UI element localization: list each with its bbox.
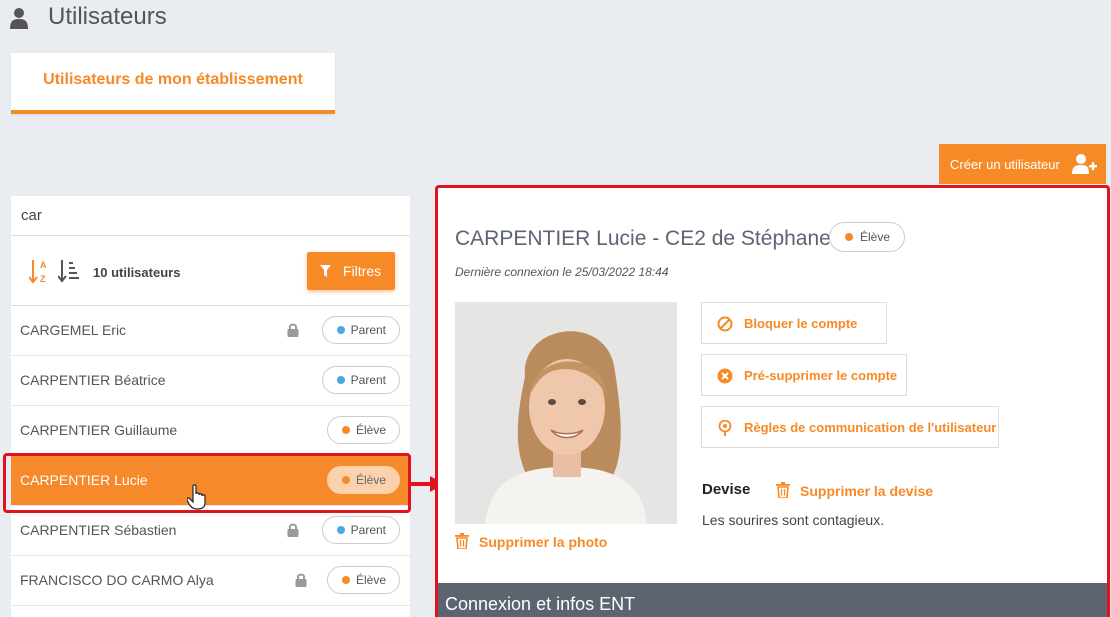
section-title: Connexion et infos ENT	[445, 594, 636, 614]
role-badge: Parent	[321, 316, 400, 344]
detail-role-badge: Élève	[829, 222, 906, 252]
detail-role-label: Élève	[860, 230, 891, 244]
role-label: Parent	[350, 373, 386, 387]
tab-label: Utilisateurs de mon établissement	[43, 71, 303, 88]
delete-devise-label: Supprimer la devise	[800, 483, 934, 499]
delete-devise-button[interactable]: Supprimer la devise	[776, 482, 933, 499]
block-icon	[717, 316, 733, 332]
role-badge: Parent	[321, 366, 400, 394]
hand-cursor-icon	[187, 484, 206, 510]
lock-icon	[295, 573, 307, 587]
trash-icon	[776, 482, 790, 498]
role-dot	[341, 426, 350, 434]
user-row[interactable]: CARPENTIER Béatrice Parent	[11, 356, 410, 406]
communication-icon	[718, 420, 732, 436]
search-value: car	[21, 207, 42, 224]
sort-amount-icon[interactable]	[58, 259, 80, 283]
page-title: Utilisateurs	[48, 3, 167, 30]
user-name: CARGEMEL Eric	[20, 322, 127, 338]
communication-rules-button[interactable]: Règles de communication de l'utilisateur	[701, 406, 999, 448]
block-account-button[interactable]: Bloquer le compte	[701, 302, 887, 344]
svg-text:A: A	[40, 260, 47, 270]
tab-users-establishment[interactable]: Utilisateurs de mon établissement	[11, 53, 335, 114]
user-detail-panel: CARPENTIER Lucie - CE2 de Stéphane Élève…	[435, 185, 1110, 617]
user-name: CARPENTIER Guillaume	[20, 422, 178, 438]
user-row[interactable]: CARPENTIER Sébastien Parent	[11, 506, 410, 556]
pre-delete-account-label: Pré-supprimer le compte	[744, 368, 898, 383]
devise-label: Devise	[702, 481, 751, 498]
communication-rules-label: Règles de communication de l'utilisateur	[744, 420, 997, 435]
role-dot	[336, 376, 345, 384]
user-name: CARPENTIER Sébastien	[20, 522, 177, 538]
last-login: Dernière connexion le 25/03/2022 18:44	[455, 265, 669, 279]
user-row[interactable]: FRANCISCO DO CARMO Alya Élève	[11, 556, 410, 606]
trash-icon	[455, 533, 469, 549]
user-name: FRANCISCO DO CARMO Alya	[20, 572, 214, 588]
lock-icon	[287, 523, 299, 537]
role-dot	[336, 526, 345, 534]
filter-icon	[320, 265, 331, 277]
selection-highlight	[3, 453, 411, 513]
user-count: 10 utilisateurs	[93, 265, 181, 280]
user-row[interactable]: CARGEMEL Eric Parent	[11, 306, 410, 356]
user-photo	[455, 302, 677, 524]
create-user-label: Créer un utilisateur	[950, 157, 1060, 172]
user-plus-icon	[1072, 154, 1097, 174]
user-icon	[10, 8, 28, 29]
sort-alpha-icon[interactable]: A Z	[29, 258, 49, 284]
role-dot	[845, 233, 853, 241]
section-header-connexion[interactable]: Connexion et infos ENT	[438, 583, 1107, 617]
delete-photo-label: Supprimer la photo	[479, 534, 608, 550]
role-label: Parent	[350, 523, 386, 537]
role-badge: Élève	[326, 416, 400, 444]
x-circle-icon	[717, 368, 733, 384]
list-toolbar: A Z 10 utilisateurs Filtres	[11, 236, 410, 306]
role-dot	[341, 576, 350, 584]
role-label: Élève	[355, 573, 386, 587]
block-account-label: Bloquer le compte	[744, 316, 858, 331]
role-dot	[336, 326, 345, 334]
user-row[interactable]: CARPENTIER Guillaume Élève	[11, 406, 410, 456]
role-label: Parent	[350, 323, 386, 337]
filters-button[interactable]: Filtres	[307, 252, 395, 290]
detail-user-name: CARPENTIER Lucie - CE2 de Stéphane	[455, 227, 831, 250]
svg-text:Z: Z	[40, 274, 46, 284]
user-name: CARPENTIER Béatrice	[20, 372, 166, 388]
create-user-button[interactable]: Créer un utilisateur	[939, 144, 1106, 184]
lock-icon	[287, 323, 299, 337]
delete-photo-button[interactable]: Supprimer la photo	[455, 533, 607, 550]
filters-label: Filtres	[343, 263, 382, 279]
devise-text: Les sourires sont contagieux.	[702, 512, 885, 528]
user-list-panel: car A Z 10 utilisateurs Filtres CARGEMEL…	[11, 196, 410, 617]
portrait-image	[455, 302, 677, 524]
role-label: Élève	[355, 423, 386, 437]
role-badge: Parent	[321, 516, 400, 544]
search-field[interactable]: car	[11, 196, 410, 236]
pre-delete-account-button[interactable]: Pré-supprimer le compte	[701, 354, 907, 396]
role-badge: Élève	[326, 566, 400, 594]
